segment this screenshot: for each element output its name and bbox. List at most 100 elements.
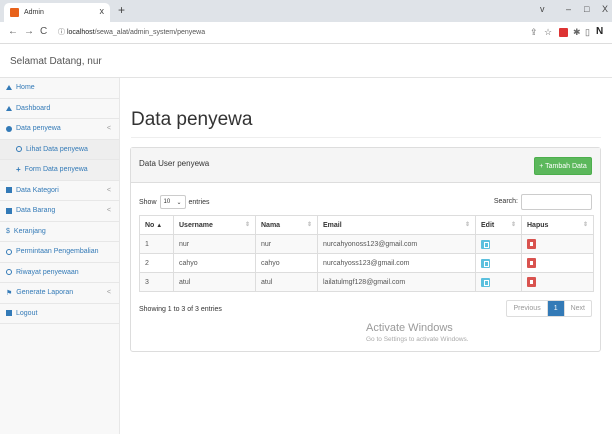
back-icon[interactable]: ←	[8, 26, 18, 37]
edit-icon[interactable]	[481, 258, 490, 268]
column-header-username[interactable]: Username ⇕	[173, 215, 256, 235]
extension-icon[interactable]	[559, 28, 568, 37]
forward-icon[interactable]: →	[24, 26, 34, 37]
entries-control: Show 10 ⌄ entries	[139, 195, 210, 209]
share-icon[interactable]: ⇪	[530, 27, 538, 38]
sidebar-item-permintaan-pengembalian[interactable]: Permintaan Pengembalian	[0, 242, 119, 263]
edit-icon[interactable]	[481, 239, 490, 249]
sidebar-item-keranjang[interactable]: $ Keranjang	[0, 222, 119, 242]
watermark-title: Activate Windows	[366, 322, 453, 334]
sidebar-item-data-kategori[interactable]: Data Kategori <	[0, 181, 119, 201]
new-tab-button[interactable]: +	[118, 3, 125, 17]
sidebar-item-form-data-penyewa[interactable]: + Form Data penyewa	[0, 160, 119, 181]
page-1-button[interactable]: 1	[546, 301, 564, 316]
table-row: 1 nur nur nurcahyonoss123@gmail.com	[139, 234, 594, 254]
sidebar-item-label: Keranjang	[13, 227, 46, 235]
activation-watermark: Activate Windows Go to Settings to activ…	[366, 322, 469, 343]
cell-edit	[475, 234, 522, 254]
search-input[interactable]	[521, 194, 592, 210]
reload-icon[interactable]: C	[40, 26, 47, 37]
cell-username: cahyo	[173, 253, 256, 273]
maximize-button[interactable]: □	[584, 4, 589, 14]
sidebar-item-home[interactable]: Home	[0, 78, 119, 99]
chevron-left-icon: <	[106, 186, 111, 194]
eye-icon	[16, 146, 22, 153]
table-row: 2 cahyo cahyo nurcahyoss123@gmail.com	[139, 253, 594, 273]
plus-icon: +	[16, 165, 21, 175]
sort-icon: ⇕	[306, 222, 312, 228]
cell-nama: cahyo	[255, 253, 318, 273]
sidebar-item-riwayat-penyewaan[interactable]: Riwayat penyewaan	[0, 263, 119, 283]
table-row: 3 atul atul lailatulmgf128@gmail.com	[139, 272, 594, 292]
entries-value: 10	[163, 199, 171, 205]
sidebar-item-logout[interactable]: Logout	[0, 304, 119, 324]
url-field[interactable]: ⓘ localhost/sewa_alat/admin_system/penye…	[58, 27, 205, 37]
browser-tab[interactable]: Admin x	[4, 3, 110, 22]
edit-icon[interactable]	[481, 277, 490, 287]
cell-no: 1	[139, 234, 174, 254]
home-icon	[6, 85, 12, 91]
sort-asc-icon: ▲	[156, 222, 163, 229]
browser-tab-bar: Admin x + v – □ X	[0, 0, 612, 22]
pagination: Previous 1 Next	[506, 300, 592, 317]
table-icon	[6, 207, 12, 214]
cell-hapus	[521, 253, 594, 273]
cell-email: lailatulmgf128@gmail.com	[317, 272, 476, 292]
cell-edit	[475, 272, 522, 292]
sidebar-item-label: Data penyewa	[16, 125, 61, 133]
cell-no: 3	[139, 272, 174, 292]
search-label: Search:	[493, 198, 518, 205]
main-content: Data penyewa Data User penyewa + Tambah …	[120, 78, 612, 434]
sidebar-item-data-penyewa[interactable]: Data penyewa <	[0, 119, 119, 140]
sidebar-item-lihat-data-penyewa[interactable]: Lihat Data penyewa	[0, 139, 119, 160]
profile-icon[interactable]: N	[596, 26, 603, 37]
logout-icon	[6, 310, 12, 317]
cell-edit	[475, 253, 522, 273]
cell-email: nurcahyonoss123@gmail.com	[317, 234, 476, 254]
chevron-left-icon: <	[106, 289, 111, 297]
sidebar: Home Dashboard Data penyewa < Lihat Data …	[0, 78, 120, 434]
panel-header: Data User penyewa + Tambah Data	[131, 148, 600, 183]
divider	[131, 137, 601, 138]
trash-icon[interactable]	[527, 239, 536, 249]
panel-title: Data User penyewa	[139, 159, 210, 168]
add-data-button[interactable]: + Tambah Data	[534, 157, 592, 175]
cell-nama: atul	[255, 272, 318, 292]
sort-icon: ⇕	[464, 222, 470, 228]
column-header-no[interactable]: No ▲	[139, 215, 174, 235]
sidebar-item-label: Riwayat penyewaan	[16, 268, 79, 276]
trash-icon[interactable]	[527, 277, 536, 287]
column-header-email[interactable]: Email ⇕	[317, 215, 476, 235]
puzzle-icon[interactable]: ✱	[573, 27, 581, 38]
sidebar-toggle-icon[interactable]: ▯	[585, 27, 590, 38]
sidebar-item-label: Dashboard	[16, 104, 51, 112]
column-header-edit[interactable]: Edit ⇕	[475, 215, 522, 235]
trash-icon[interactable]	[527, 258, 536, 268]
watermark-subtitle: Go to Settings to activate Windows.	[366, 336, 469, 343]
sidebar-item-label: Lihat Data penyewa	[26, 145, 88, 153]
table-header-row: No ▲ Username ⇕ Nama ⇕ Email ⇕ Edit ⇕ Hapus ⇕	[139, 215, 594, 235]
dollar-icon: $	[6, 227, 10, 235]
history-icon	[6, 269, 12, 276]
next-page-button[interactable]: Next	[563, 301, 591, 316]
sidebar-item-data-barang[interactable]: Data Barang <	[0, 201, 119, 222]
sidebar-item-label: Home	[16, 84, 35, 92]
star-icon[interactable]: ☆	[544, 27, 552, 38]
tab-close-button[interactable]: x	[100, 6, 105, 16]
sidebar-item-generate-laporan[interactable]: ⚑ Generate Laporan <	[0, 283, 119, 304]
flag-icon: ⚑	[6, 289, 13, 297]
column-header-nama[interactable]: Nama ⇕	[255, 215, 318, 235]
sidebar-item-label: Generate Laporan	[16, 289, 74, 297]
address-bar: ← → C ⓘ localhost/sewa_alat/admin_system…	[0, 22, 612, 44]
cell-hapus	[521, 234, 594, 254]
history-icon	[6, 248, 12, 255]
entries-select[interactable]: 10 ⌄	[159, 195, 186, 209]
previous-page-button[interactable]: Previous	[507, 301, 546, 316]
sidebar-item-dashboard[interactable]: Dashboard	[0, 99, 119, 119]
tab-search-button[interactable]: v	[540, 4, 545, 14]
close-window-button[interactable]: X	[602, 4, 608, 14]
cell-nama: nur	[255, 234, 318, 254]
column-header-hapus[interactable]: Hapus ⇕	[521, 215, 594, 235]
sidebar-item-label: Data Barang	[16, 207, 56, 215]
minimize-button[interactable]: –	[566, 4, 571, 14]
